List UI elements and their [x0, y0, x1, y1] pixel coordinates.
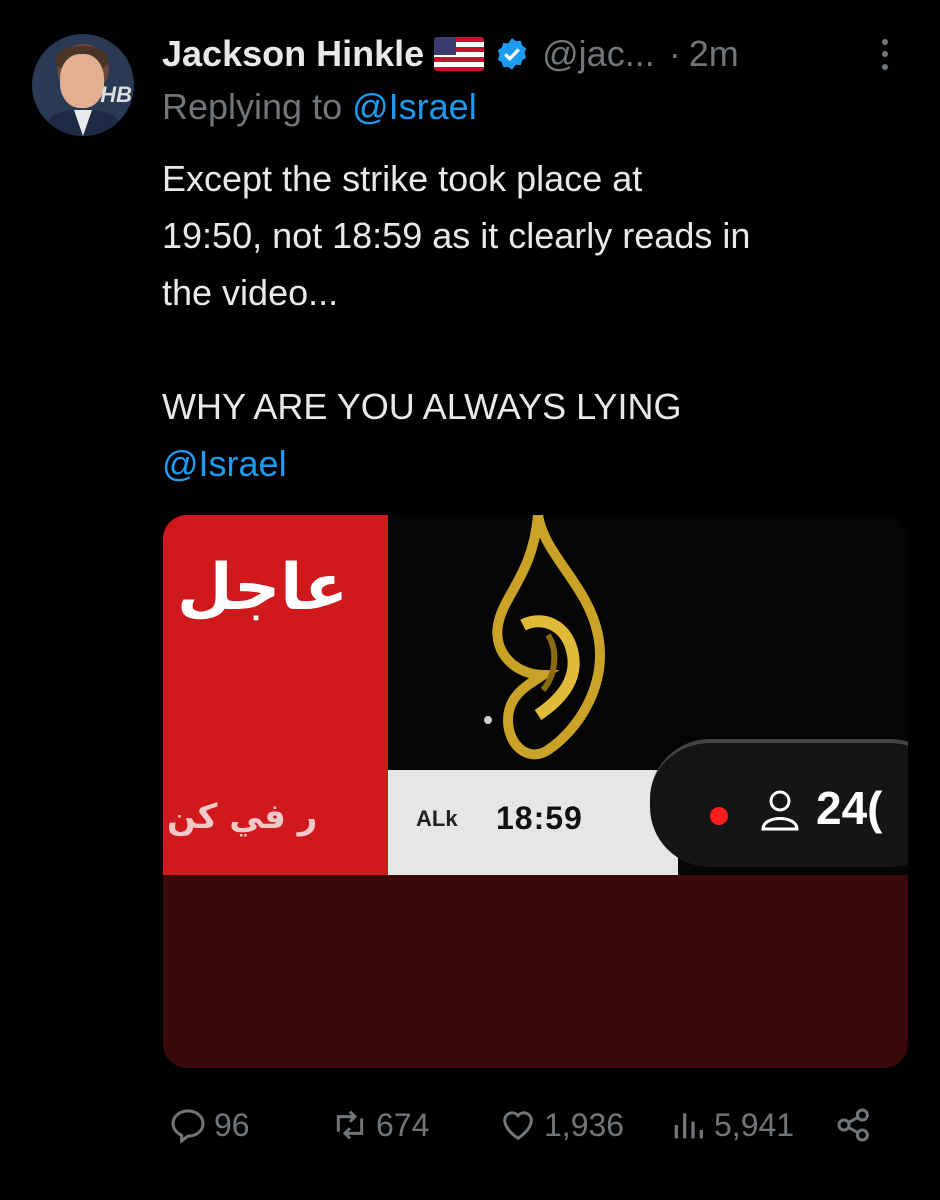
share-icon: [837, 1108, 869, 1142]
replying-to: Replying to @Israel: [162, 86, 477, 128]
tweet-text-line: 19:50, not 18:59 as it clearly reads in: [162, 215, 751, 256]
avatar-text: HB: [100, 82, 132, 107]
ticker-clock: 18:59: [496, 800, 583, 836]
avatar-face: [60, 54, 104, 108]
separator-dot: ·: [668, 33, 681, 74]
viewer-count: 24(: [816, 782, 883, 834]
author-handle[interactable]: @jac...: [542, 33, 655, 75]
tweet-text-blank: [162, 321, 922, 378]
tweet-text-line: WHY ARE YOU ALWAYS LYING: [162, 386, 682, 427]
verified-badge-icon: [498, 38, 527, 70]
tweet-text-line: Except the strike took place at: [162, 158, 643, 199]
repost-icon: [336, 1110, 364, 1140]
reply-count: 96: [214, 1106, 250, 1143]
media-image[interactable]: عاجل ر في كن ALk 18:59 24(: [163, 515, 908, 1068]
avatar[interactable]: HB: [32, 34, 134, 136]
like-count: 1,936: [544, 1106, 625, 1143]
author-name[interactable]: Jackson Hinkle: [162, 33, 424, 75]
broadcast-panel: ALk 18:59 24(: [388, 515, 908, 875]
live-dot-icon: [710, 807, 728, 825]
breaking-label: عاجل: [177, 551, 348, 625]
reply-button[interactable]: 96: [168, 1100, 250, 1150]
breaking-news-panel: عاجل ر في كن: [163, 515, 388, 875]
tweet-header: Jackson Hinkle @jac... · 2m: [162, 30, 902, 78]
mention-link[interactable]: @Israel: [162, 435, 922, 492]
tweet-actions: 96 674 1,936 5,941: [162, 1100, 882, 1150]
share-button[interactable]: [834, 1100, 874, 1150]
replying-to-link[interactable]: @Israel: [352, 86, 477, 127]
us-flag-icon: [434, 37, 485, 71]
views-icon: [674, 1113, 703, 1139]
like-button[interactable]: 1,936: [498, 1100, 624, 1150]
tweet-time[interactable]: 2m: [689, 33, 739, 75]
views-count: 5,941: [714, 1106, 795, 1143]
reply-icon: [171, 1109, 205, 1144]
al-jazeera-logo-icon: [484, 515, 605, 760]
ticker-bar: ALk 18:59: [388, 770, 678, 875]
ticker-small-label: ALk: [416, 806, 458, 831]
live-indicator: 24(: [650, 739, 908, 867]
viewer-icon: [761, 790, 799, 831]
more-options-icon[interactable]: [870, 32, 900, 76]
repost-button[interactable]: 674: [330, 1100, 429, 1150]
ticker-arabic-text: ر في كن: [167, 797, 318, 837]
tweet-text: Except the strike took place at 19:50, n…: [162, 150, 922, 492]
replying-prefix: Replying to: [162, 86, 343, 127]
heart-icon: [503, 1111, 533, 1141]
views-button[interactable]: 5,941: [668, 1100, 794, 1150]
repost-count: 674: [376, 1106, 430, 1143]
tweet-text-line: the video...: [162, 272, 339, 313]
